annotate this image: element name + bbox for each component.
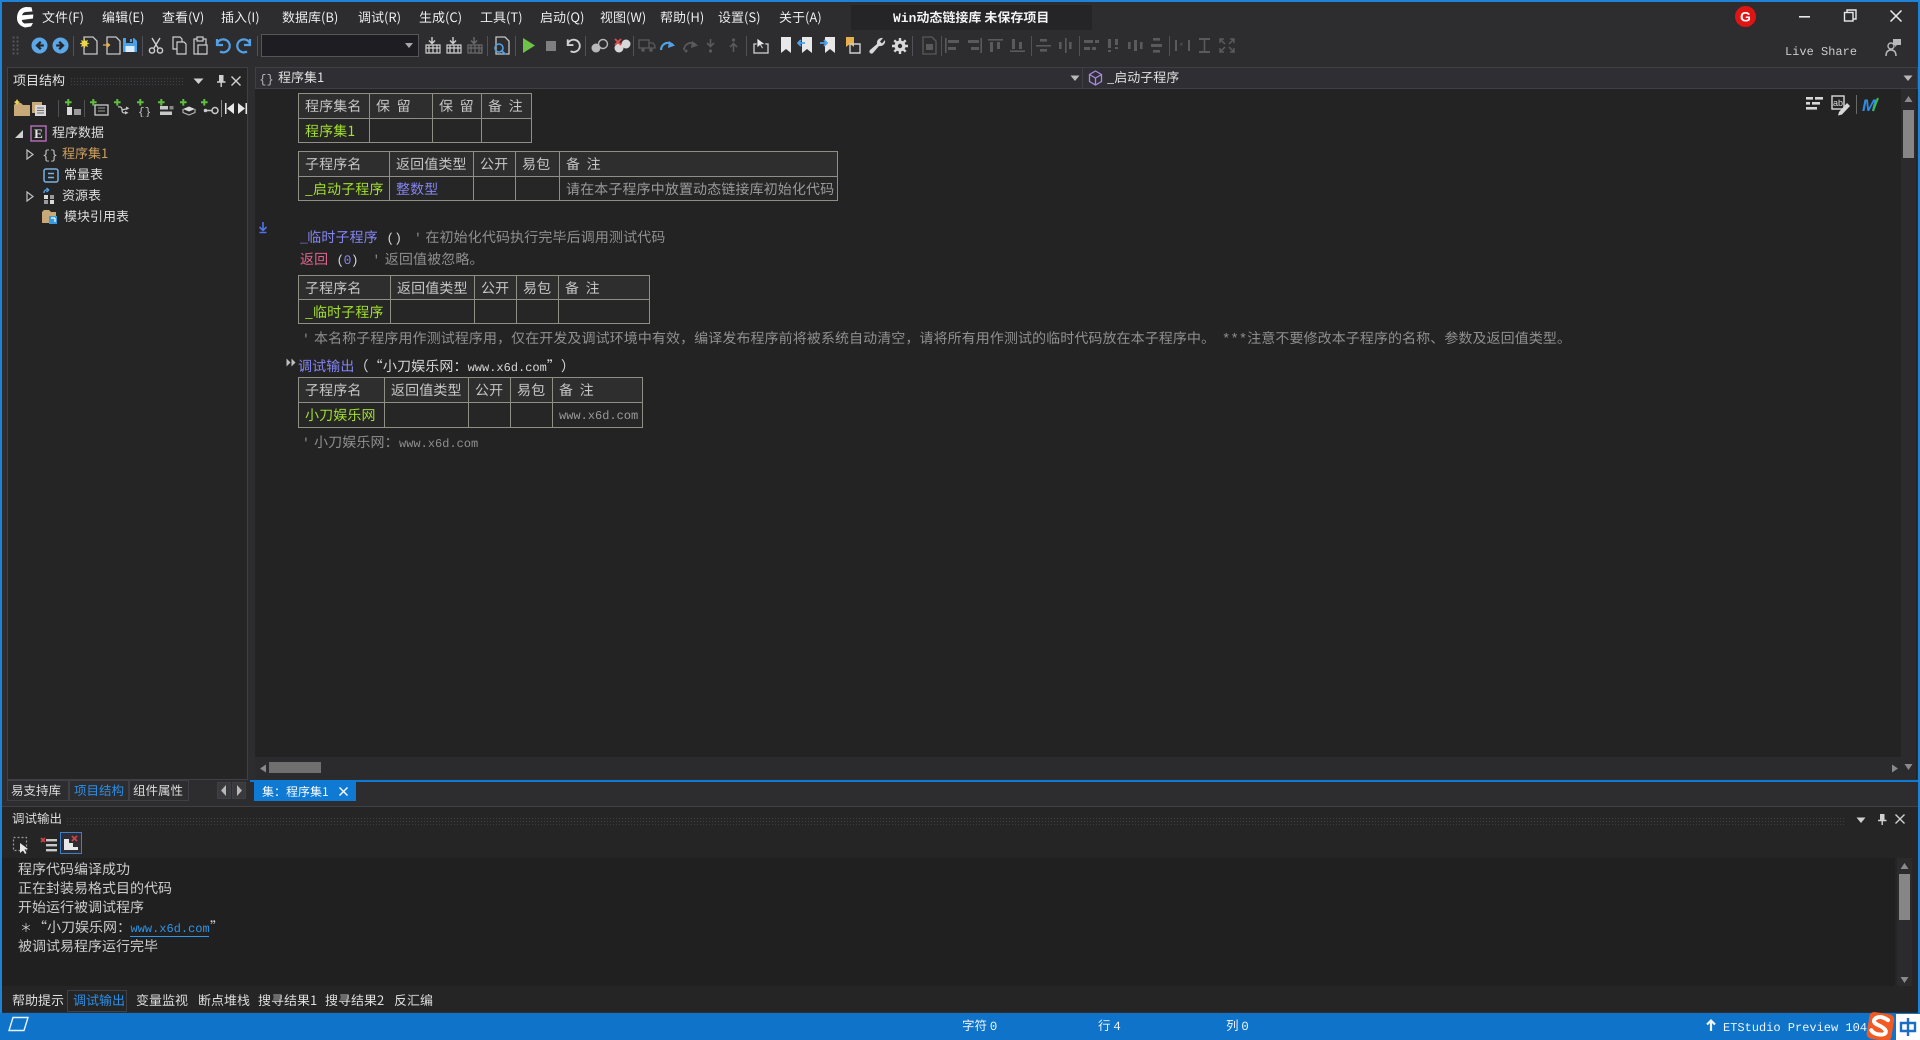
- svg-text:b: b: [478, 47, 483, 55]
- svg-text:{}: {}: [42, 148, 58, 163]
- svg-text:*: *: [1180, 41, 1184, 51]
- svg-text:{}: {}: [138, 107, 151, 117]
- svg-text:G: G: [1740, 9, 1751, 25]
- svg-text:E: E: [34, 126, 43, 141]
- svg-text:{}: {}: [259, 73, 273, 86]
- svg-text:ab: ab: [1833, 98, 1843, 108]
